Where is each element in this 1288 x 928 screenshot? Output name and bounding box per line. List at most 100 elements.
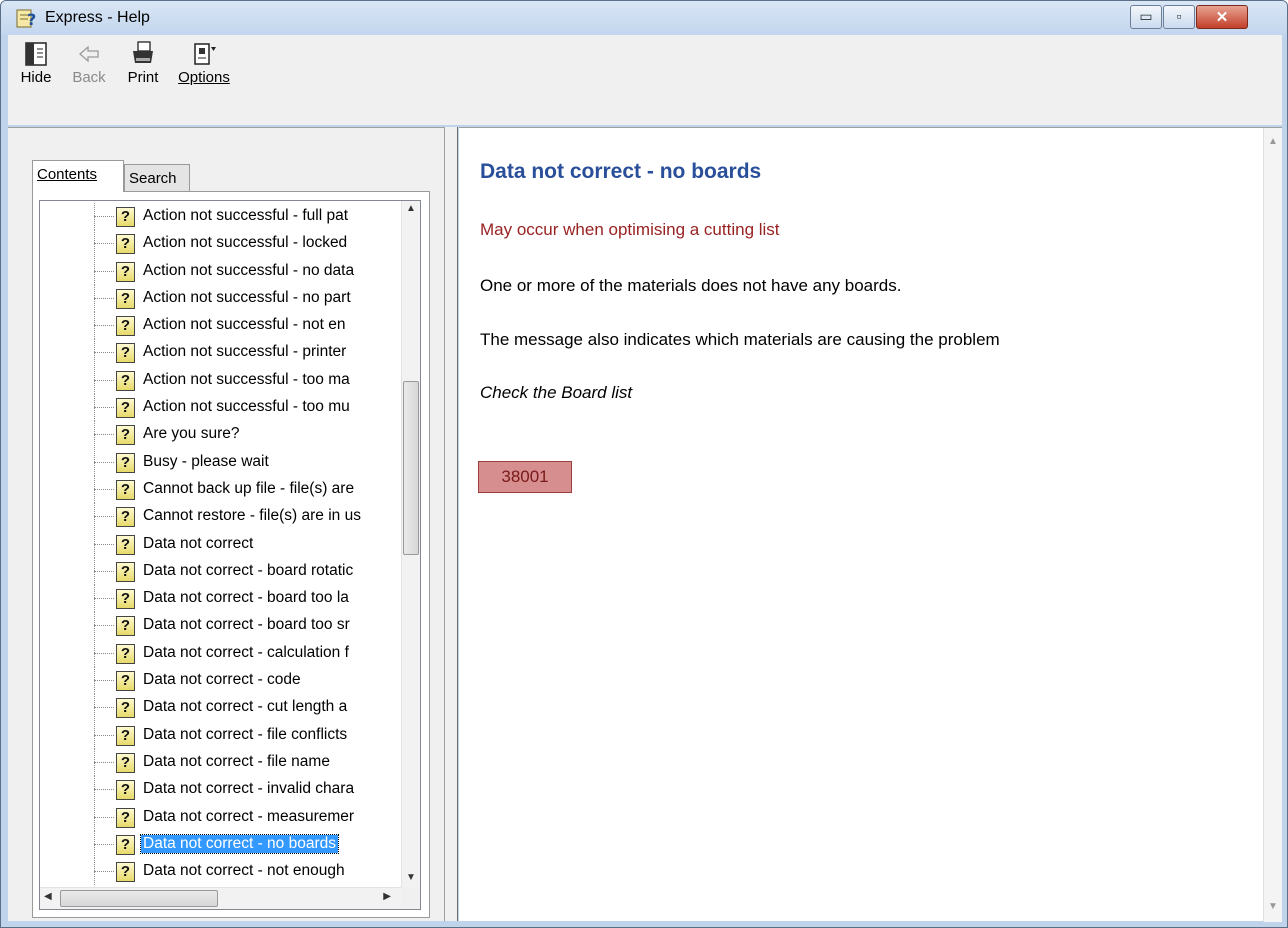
horizontal-scroll-thumb[interactable] (60, 890, 218, 907)
tree-item[interactable]: ? Cannot back up file - file(s) are (40, 475, 390, 503)
help-topic-icon: ? (116, 616, 135, 637)
help-topic-icon: ? (116, 370, 135, 391)
contents-panel: ? Action not successful - full pat? Action… (32, 191, 430, 918)
scroll-down-icon[interactable]: ▼ (402, 872, 420, 883)
content-scroll-down-icon[interactable]: ▼ (1264, 901, 1282, 912)
print-label: Print (127, 69, 159, 86)
tree-item-label: Action not successful - no part (143, 288, 351, 306)
help-topic-icon: ? (116, 807, 135, 828)
tree-item[interactable]: ? Data not correct - board too sr (40, 612, 390, 640)
svg-text:?: ? (27, 10, 36, 29)
occurrence-note: May occur when optimising a cutting list (480, 220, 780, 239)
tree-item[interactable]: ? Busy - please wait (40, 448, 390, 476)
help-topic-icon: ? (116, 671, 135, 692)
scroll-thumb[interactable] (403, 381, 419, 555)
help-topic-icon: ? (116, 589, 135, 610)
tree-item[interactable]: ? Data not correct - board too la (40, 585, 390, 613)
tree-connector (94, 816, 114, 818)
tree-item[interactable]: ? Action not successful - full pat (40, 203, 390, 230)
tree-item[interactable]: ? Data not correct - file conflicts (40, 721, 390, 749)
options-mnemonic: Options (178, 69, 230, 86)
help-topic-icon: ? (116, 343, 135, 364)
maximize-button[interactable]: ▫ (1163, 5, 1195, 29)
tree-connector (94, 243, 114, 245)
topic-heading: Data not correct - no boards (480, 160, 762, 183)
tree-item[interactable]: ? Action not successful - too ma (40, 366, 390, 394)
tree-connector (94, 270, 114, 272)
tree-item[interactable]: ? Data not correct - code (40, 667, 390, 695)
scroll-left-icon[interactable]: ◀ (44, 891, 52, 902)
options-button[interactable]: Options (168, 39, 240, 123)
tree-connector (94, 652, 114, 654)
tree-item[interactable]: ? Action not successful - too mu (40, 394, 390, 422)
scroll-corner (401, 887, 420, 909)
tree-item[interactable]: ? Action not successful - printer (40, 339, 390, 367)
tree-connector (94, 379, 114, 381)
tree-vertical-scrollbar[interactable]: ▲ ▼ (401, 201, 420, 887)
content-vertical-scrollbar[interactable]: ▲ ▼ (1263, 128, 1282, 922)
scroll-right-icon[interactable]: ▶ (383, 891, 391, 902)
tree-item[interactable]: ? Are you sure? (40, 421, 390, 449)
tree-item[interactable]: ? Action not successful - no data (40, 257, 390, 285)
tree-item-label: Data not correct - board too sr (143, 616, 350, 634)
tree-item[interactable]: ? Data not correct - file name (40, 748, 390, 776)
help-app-icon: ? (16, 9, 36, 29)
tree-item[interactable]: ? Data not correct - cut length a (40, 694, 390, 722)
tree-horizontal-scrollbar[interactable]: ◀ ▶ (40, 887, 403, 909)
help-topic-icon: ? (116, 288, 135, 309)
close-button[interactable]: ✕ (1196, 5, 1248, 29)
tree-item[interactable]: ? Data not correct - calculation f (40, 639, 390, 667)
toolbar: Hide Back Print Options (8, 35, 1282, 125)
tree-item[interactable]: ? Action not successful - no part (40, 284, 390, 312)
scroll-up-icon[interactable]: ▲ (402, 203, 420, 214)
minimize-icon: ▭ (1139, 8, 1153, 24)
tree-connector (94, 598, 114, 600)
topic-content: Data not correct - no boards May occur w… (459, 127, 1282, 922)
tab-search-label: Search (129, 170, 177, 187)
tab-search[interactable]: Search (124, 164, 190, 192)
tree-item[interactable]: ? Data not correct - not enough (40, 858, 390, 886)
tab-contents[interactable]: Contents (32, 160, 124, 192)
tree-item[interactable]: ? Data not correct (40, 530, 390, 558)
tree-connector (94, 352, 114, 354)
tree-connector (94, 325, 114, 327)
tree-connector (94, 843, 114, 845)
help-topic-icon: ? (116, 398, 135, 419)
tree-item[interactable]: ? Data not correct - invalid chara (40, 776, 390, 804)
tab-contents-label: Contents (37, 166, 98, 183)
tree-connector (94, 707, 114, 709)
tree-item-label: Data not correct - no boards (140, 833, 339, 854)
help-topic-icon: ? (116, 425, 135, 446)
printer-icon (133, 41, 153, 63)
window-title: Express - Help (45, 9, 150, 26)
back-button[interactable]: Back (64, 39, 114, 123)
tree-item[interactable]: ? Data not correct - no boards (40, 830, 390, 858)
back-label: Back (72, 69, 106, 86)
help-window: ? Express - Help ▭ ▫ ✕ Hide Back Print O… (0, 0, 1288, 928)
tree-item[interactable]: ? Cannot restore - file(s) are in us (40, 503, 390, 531)
help-topic-icon: ? (116, 207, 135, 227)
help-topic-icon: ? (116, 507, 135, 528)
help-topic-icon: ? (116, 561, 135, 582)
help-topic-icon: ? (116, 862, 135, 883)
minimize-button[interactable]: ▭ (1130, 5, 1162, 29)
contents-tree[interactable]: ? Action not successful - full pat? Action… (39, 200, 421, 910)
print-button[interactable]: Print (118, 39, 168, 123)
help-topic-icon: ? (116, 534, 135, 555)
hide-button[interactable]: Hide (14, 39, 58, 123)
help-topic-icon: ? (116, 234, 135, 255)
tree-item[interactable]: ? Action not successful - not en (40, 312, 390, 340)
help-topic-icon: ? (116, 316, 135, 337)
pane-splitter[interactable] (444, 127, 458, 921)
tree-connector (94, 434, 114, 436)
action-paragraph: Check the Board list (480, 383, 633, 402)
title-bar[interactable]: ? Express - Help ▭ ▫ ✕ (1, 1, 1287, 35)
tree-item[interactable]: ? Action not successful - locked (40, 230, 390, 258)
tree-item[interactable]: ? Data not correct - board rotatic (40, 557, 390, 585)
back-arrow-icon (79, 45, 99, 63)
tree-connector (94, 789, 114, 791)
content-scroll-up-icon[interactable]: ▲ (1264, 136, 1282, 147)
tree-item[interactable]: ? Data not correct - measuremer (40, 803, 390, 831)
help-topic-icon: ? (116, 261, 135, 282)
help-topic-icon: ? (116, 834, 135, 855)
